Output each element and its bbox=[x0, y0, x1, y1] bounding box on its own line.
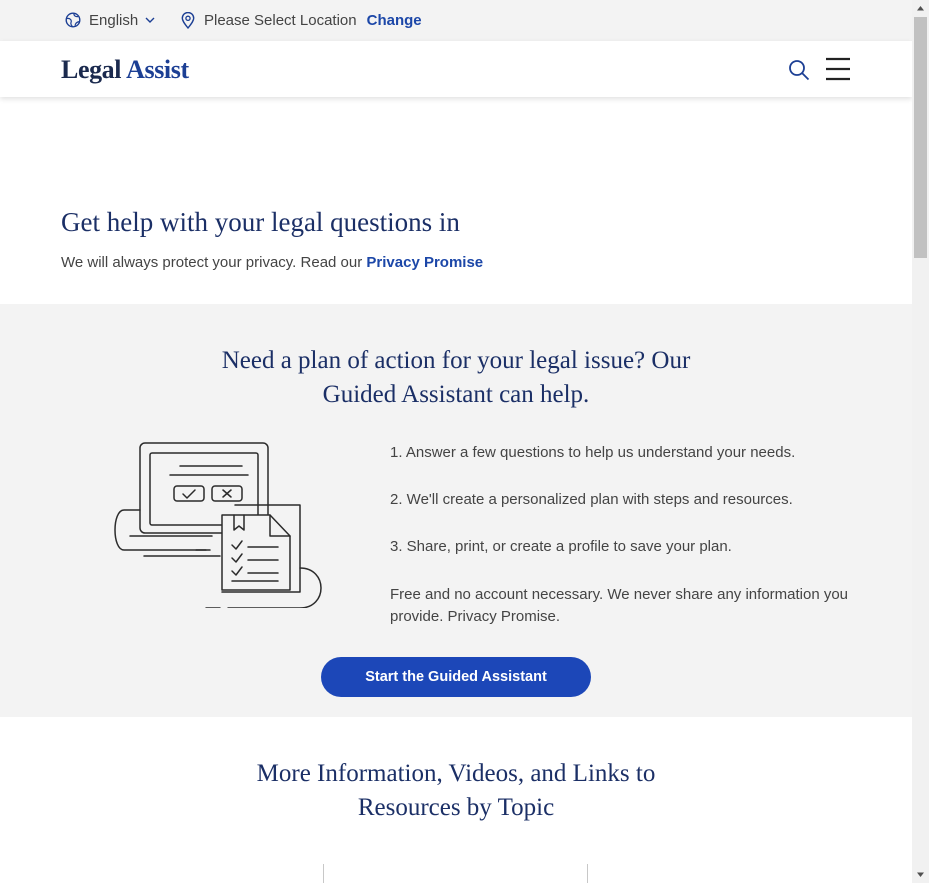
laptop-checklist-illustration bbox=[114, 442, 322, 608]
language-selector[interactable]: English bbox=[65, 10, 163, 30]
scroll-up-arrow-icon[interactable] bbox=[912, 0, 929, 17]
step-item: 2. We'll create a personalized plan with… bbox=[390, 491, 793, 508]
guided-title-line1: Need a plan of action for your legal iss… bbox=[221, 347, 691, 374]
guided-assistant-section: Need a plan of action for your legal iss… bbox=[0, 304, 912, 717]
scroll-down-arrow-icon[interactable] bbox=[912, 866, 929, 883]
site-logo[interactable]: Legal Assist bbox=[61, 55, 189, 85]
privacy-promise-link[interactable]: Privacy Promise bbox=[366, 254, 483, 271]
hero-subtitle: We will always protect your privacy. Rea… bbox=[61, 254, 483, 271]
utility-bar: English Please Select Location Change bbox=[0, 0, 912, 41]
location-selector: Please Select Location Change bbox=[181, 10, 422, 30]
logo-text-legal: Legal bbox=[61, 55, 122, 84]
search-button[interactable] bbox=[788, 59, 810, 81]
globe-icon bbox=[65, 12, 81, 28]
more-info-title-line2: Resources by Topic bbox=[357, 794, 555, 821]
scrollbar-thumb[interactable] bbox=[914, 17, 927, 258]
language-label: English bbox=[89, 11, 139, 29]
hamburger-menu-icon bbox=[826, 57, 850, 81]
logo-text-assist: Assist bbox=[126, 55, 189, 84]
more-info-title: More Information, Videos, and Links to R… bbox=[0, 757, 912, 825]
step-item: 1. Answer a few questions to help us und… bbox=[390, 444, 796, 461]
step-item: 3. Share, print, or create a profile to … bbox=[390, 538, 732, 555]
map-pin-icon bbox=[181, 11, 195, 29]
page: English Please Select Location Change Le… bbox=[0, 0, 912, 883]
vertical-scrollbar[interactable] bbox=[912, 0, 929, 883]
column-divider bbox=[323, 864, 324, 883]
hero-title: Get help with your legal questions in bbox=[61, 207, 460, 237]
site-header: Legal Assist bbox=[0, 41, 912, 97]
chevron-down-icon bbox=[145, 17, 155, 23]
guided-title-line2: Guided Assistant can help. bbox=[322, 381, 590, 408]
guided-note: Free and no account necessary. We never … bbox=[390, 586, 849, 625]
location-prompt: Please Select Location bbox=[204, 11, 357, 29]
change-location-link[interactable]: Change bbox=[367, 12, 422, 29]
guided-title: Need a plan of action for your legal iss… bbox=[0, 344, 912, 412]
hero-subtitle-text: We will always protect your privacy. Rea… bbox=[61, 254, 363, 271]
menu-button[interactable] bbox=[826, 57, 850, 81]
start-guided-assistant-button[interactable]: Start the Guided Assistant bbox=[321, 657, 591, 697]
search-icon bbox=[789, 60, 810, 81]
column-divider bbox=[587, 864, 588, 883]
more-info-title-line1: More Information, Videos, and Links to bbox=[256, 760, 656, 787]
